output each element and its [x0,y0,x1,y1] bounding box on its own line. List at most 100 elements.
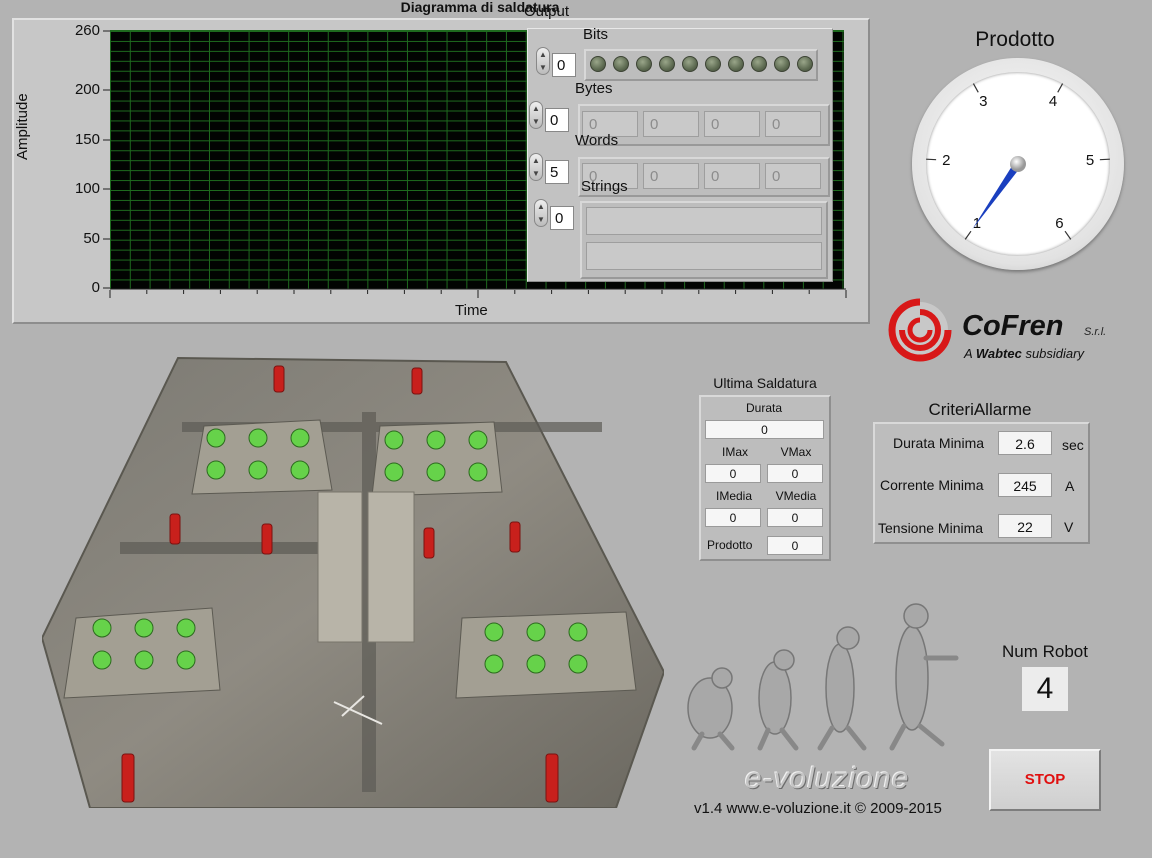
bit-led-indicator [682,56,698,72]
vmedia-label: VMedia [775,489,817,503]
station-led-indicator [134,650,154,670]
bit-led-indicator [636,56,652,72]
gauge-tick [926,158,937,161]
station-led-indicator [526,654,546,674]
cofren-logo: CoFren S.r.l. A Wabtec subsidiary [888,296,1128,373]
gauge-tick [1099,158,1110,161]
strings-cell[interactable] [586,242,822,270]
station-led-indicator [384,462,404,482]
words-cell[interactable]: 0 [704,163,760,189]
y-tick-label: 0 [91,279,100,296]
gauge-tick [1064,230,1072,240]
station-led-indicator [206,460,226,480]
station-led-indicator [134,618,154,638]
output-cluster-title: Output [524,3,570,20]
tagline-subsidiary: subsidiary [1025,346,1084,361]
station-led-indicator [426,462,446,482]
gauge-needle [972,161,1022,230]
station-led-indicator [526,622,546,642]
strings-cell[interactable] [586,207,822,235]
corrente-minima-input[interactable]: 245 [998,473,1052,497]
imedia-label: IMedia [715,489,753,503]
gauge-scale-label: 2 [942,152,950,169]
gauge-scale-label: 4 [1049,93,1057,110]
station-led-indicator [568,654,588,674]
station-led-indicator [484,654,504,674]
words-cell[interactable]: 0 [643,163,699,189]
x-axis-label: Time [455,302,488,319]
bits-index-spinner[interactable]: ▲ ▼ [536,47,550,75]
bits-label: Bits [583,26,609,43]
y-axis-label: Amplitude [14,93,31,160]
ultima-saldatura-title: Ultima Saldatura [713,375,817,391]
bytes-index-spinner[interactable]: ▲ ▼ [529,101,543,129]
gauge-tick [972,83,979,93]
bytes-cell[interactable]: 0 [704,111,760,137]
imax-label: IMax [721,445,748,459]
graph-title: Diagramma di saldatura [400,0,560,15]
gauge-hub [1010,156,1026,172]
gauge-title: Prodotto [975,28,1055,51]
strings-label: Strings [581,178,628,195]
imax-value: 0 [705,464,761,483]
vmax-label: VMax [780,445,812,459]
prodotto-gauge: 123456 [912,58,1124,270]
tagline-wabtec: Wabtec [975,346,1022,361]
gauge-tick [964,230,972,240]
vmax-value: 0 [767,464,823,483]
durata-label: Durata [745,401,783,415]
bits-index-field[interactable]: 0 [552,53,576,77]
y-tick-label: 100 [74,180,100,197]
station-led-indicator [92,618,112,638]
station-led-indicator [568,622,588,642]
bit-led-indicator [728,56,744,72]
cofren-tagline: A Wabtec subsidiary [964,346,1084,361]
gauge-scale-label: 6 [1055,215,1063,232]
vmedia-value: 0 [767,508,823,527]
durata-minima-input[interactable]: 2.6 [998,431,1052,455]
footer-version-text: v1.4 www.e-voluzione.it © 2009-2015 [694,800,942,817]
words-label: Words [575,132,619,149]
station-led-indicator [426,430,446,450]
stop-button[interactable]: STOP [989,749,1101,811]
num-robot-label: Num Robot [1002,642,1088,661]
gauge-scale-label: 5 [1086,152,1094,169]
num-robot-value: 4 [1022,667,1068,711]
y-tick-label: 50 [83,230,100,247]
gauge-scale-label: 3 [979,93,987,110]
bytes-label: Bytes [575,80,613,97]
tagline-a: A [964,346,973,361]
bit-led-indicator [659,56,675,72]
strings-index-spinner[interactable]: ▲ ▼ [534,199,548,227]
bit-led-indicator [590,56,606,72]
bytes-cell[interactable]: 0 [765,111,821,137]
bit-led-indicator [797,56,813,72]
cofren-suffix: S.r.l. [1084,326,1107,338]
bit-led-indicator [751,56,767,72]
durata-minima-label: Durata Minima [893,435,985,451]
tensione-minima-input[interactable]: 22 [998,514,1052,538]
tensione-minima-label: Tensione Minima [878,520,984,536]
words-cell[interactable]: 0 [765,163,821,189]
prodotto-label: Prodotto [707,538,753,552]
prodotto-value: 0 [767,536,823,555]
station-led-indicator [176,618,196,638]
station-led-indicator [484,622,504,642]
tensione-minima-unit: V [1064,519,1074,535]
imedia-value: 0 [705,508,761,527]
strings-index-field[interactable]: 0 [550,206,574,230]
station-led-indicator [290,460,310,480]
words-index-spinner[interactable]: ▲ ▼ [529,153,543,181]
station-led-indicator [92,650,112,670]
durata-value: 0 [705,420,824,439]
bytes-cell[interactable]: 0 [643,111,699,137]
words-index-field[interactable]: 5 [545,160,569,184]
station-led-indicator [176,650,196,670]
station-led-indicator [248,460,268,480]
corrente-minima-unit: A [1065,478,1075,494]
corrente-minima-label: Corrente Minima [880,477,984,493]
station-led-indicator [384,430,404,450]
bytes-index-field[interactable]: 0 [545,108,569,132]
evolution-figures-logo [687,603,959,751]
criteri-allarme-title: CriteriAllarme [928,400,1032,419]
